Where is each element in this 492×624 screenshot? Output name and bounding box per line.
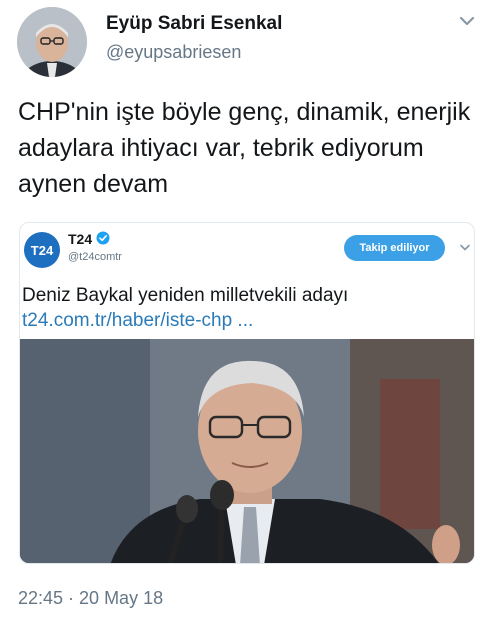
t24-logo[interactable]: T24 [24, 232, 60, 268]
quoted-tweet-body: Deniz Baykal yeniden milletvekili adayı [22, 285, 349, 306]
author-avatar[interactable] [17, 7, 87, 77]
quoted-tweet-link[interactable]: t24.com.tr/haber/iste-chp ... [22, 308, 474, 333]
following-button[interactable]: Takip ediliyor [344, 235, 445, 261]
speaker-photo-image [20, 339, 474, 563]
quoted-tweet-text: Deniz Baykal yeniden milletvekili adayı … [22, 283, 474, 333]
verified-badge-icon [96, 231, 110, 245]
tweet-timestamp[interactable]: 22:45 · 20 May 18 [18, 588, 163, 609]
quoted-author-handle[interactable]: @t24comtr [68, 251, 122, 263]
quoted-tweet-card[interactable]: T24 T24 @t24comtr Takip ediliyor Deniz B… [19, 222, 475, 564]
author-handle[interactable]: @eyupsabriesen [106, 42, 241, 63]
quoted-author-name[interactable]: T24 [68, 231, 92, 247]
quoted-tweet-photo[interactable] [20, 339, 474, 563]
author-avatar-image [17, 7, 87, 77]
tweet-text: CHP'nin işte böyle genç, dinamik, enerji… [18, 98, 471, 198]
chevron-down-icon[interactable] [459, 243, 471, 252]
chevron-down-icon[interactable] [458, 14, 476, 28]
author-name[interactable]: Eyüp Sabri Esenkal [106, 13, 282, 35]
